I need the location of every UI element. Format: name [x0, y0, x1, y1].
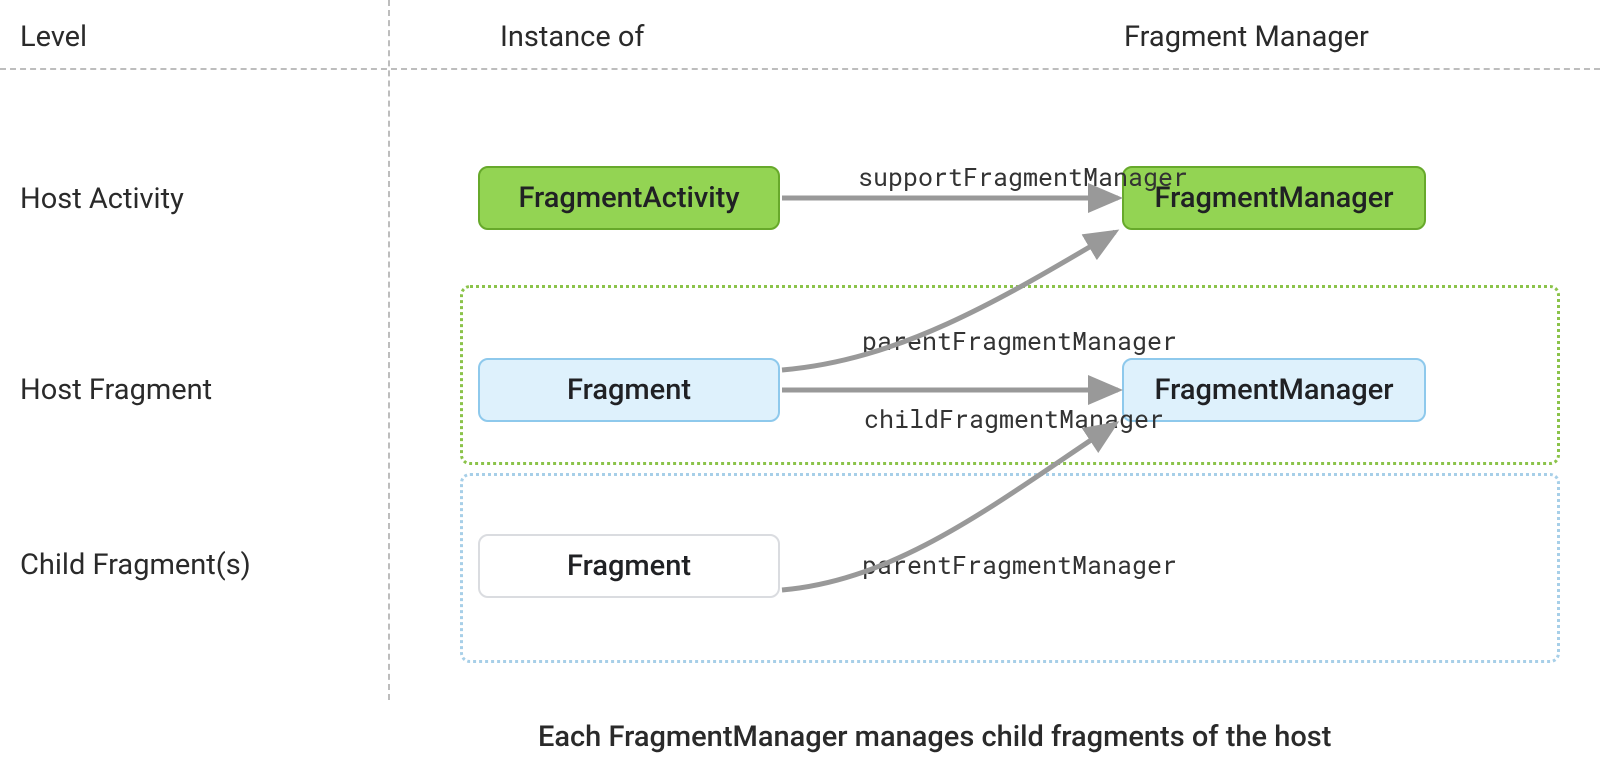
- header-fragment-manager: Fragment Manager: [1124, 20, 1369, 54]
- edge-parent-fragment-manager-child: parentFragmentManager: [862, 548, 1177, 581]
- node-fragment-host: Fragment: [478, 358, 780, 422]
- edge-parent-fragment-manager-host: parentFragmentManager: [862, 324, 1177, 357]
- header-divider: [0, 68, 1600, 70]
- edge-child-fragment-manager: childFragmentManager: [864, 402, 1164, 435]
- node-fragment-child: Fragment: [478, 534, 780, 598]
- header-instance-of: Instance of: [500, 20, 645, 54]
- diagram-caption: Each FragmentManager manages child fragm…: [538, 720, 1331, 754]
- column-divider: [388, 0, 390, 700]
- row-host-activity: Host Activity: [20, 182, 184, 216]
- row-host-fragment: Host Fragment: [20, 373, 212, 407]
- node-fragment-activity: FragmentActivity: [478, 166, 780, 230]
- edge-support-fragment-manager: supportFragmentManager: [858, 160, 1188, 193]
- diagram-stage: Level Instance of Fragment Manager Host …: [0, 0, 1600, 774]
- header-level: Level: [20, 20, 87, 54]
- row-child-fragments: Child Fragment(s): [20, 548, 251, 582]
- node-fragment-manager-host: FragmentManager: [1122, 358, 1426, 422]
